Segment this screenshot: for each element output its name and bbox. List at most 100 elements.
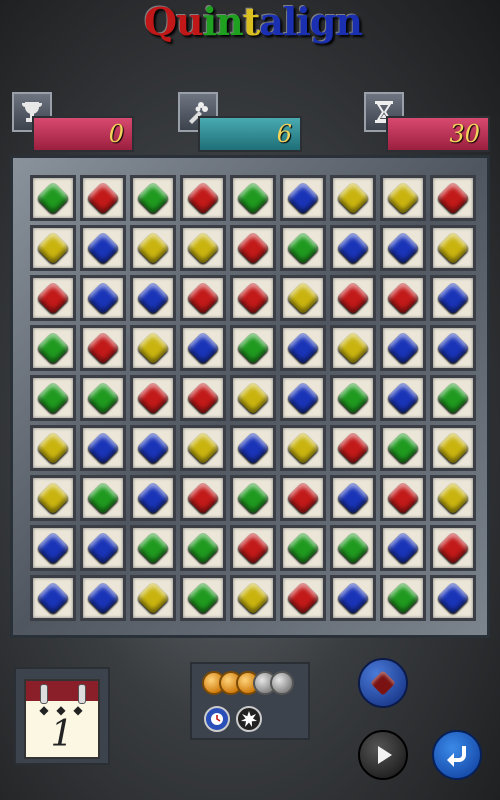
green-gem-icon[interactable] bbox=[236, 331, 270, 365]
board-cell[interactable] bbox=[430, 375, 476, 421]
undo-button[interactable] bbox=[432, 730, 482, 780]
board-cell[interactable] bbox=[430, 475, 476, 521]
board-cell[interactable] bbox=[30, 325, 76, 371]
yellow-gem-icon[interactable] bbox=[286, 281, 320, 315]
board-cell[interactable] bbox=[380, 175, 426, 221]
burst-icon[interactable] bbox=[236, 706, 262, 732]
blue-gem-icon[interactable] bbox=[386, 231, 420, 265]
blue-gem-icon[interactable] bbox=[436, 281, 470, 315]
board-cell[interactable] bbox=[230, 225, 276, 271]
board-cell[interactable] bbox=[380, 575, 426, 621]
blue-gem-icon[interactable] bbox=[286, 331, 320, 365]
board-cell[interactable] bbox=[130, 575, 176, 621]
yellow-gem-icon[interactable] bbox=[136, 231, 170, 265]
red-gem-icon[interactable] bbox=[286, 481, 320, 515]
board-cell[interactable] bbox=[380, 475, 426, 521]
blue-gem-icon[interactable] bbox=[336, 231, 370, 265]
board-cell[interactable] bbox=[80, 275, 126, 321]
board-cell[interactable] bbox=[380, 325, 426, 371]
board-cell[interactable] bbox=[30, 225, 76, 271]
blue-gem-icon[interactable] bbox=[86, 581, 120, 615]
clock-icon[interactable] bbox=[204, 706, 230, 732]
blue-gem-icon[interactable] bbox=[86, 531, 120, 565]
blue-gem-icon[interactable] bbox=[86, 431, 120, 465]
board-cell[interactable] bbox=[330, 275, 376, 321]
green-gem-icon[interactable] bbox=[36, 331, 70, 365]
board-cell[interactable] bbox=[30, 475, 76, 521]
board-cell[interactable] bbox=[280, 425, 326, 471]
red-gem-icon[interactable] bbox=[136, 381, 170, 415]
yellow-gem-icon[interactable] bbox=[136, 331, 170, 365]
yellow-gem-icon[interactable] bbox=[436, 231, 470, 265]
yellow-gem-icon[interactable] bbox=[186, 431, 220, 465]
board-cell[interactable] bbox=[280, 575, 326, 621]
board-cell[interactable] bbox=[430, 225, 476, 271]
blue-gem-icon[interactable] bbox=[136, 431, 170, 465]
red-gem-icon[interactable] bbox=[236, 281, 270, 315]
board-cell[interactable] bbox=[230, 325, 276, 371]
blue-gem-icon[interactable] bbox=[286, 181, 320, 215]
yellow-gem-icon[interactable] bbox=[236, 381, 270, 415]
board-cell[interactable] bbox=[230, 475, 276, 521]
red-gem-icon[interactable] bbox=[86, 331, 120, 365]
board-cell[interactable] bbox=[430, 325, 476, 371]
blue-gem-icon[interactable] bbox=[436, 331, 470, 365]
board-cell[interactable] bbox=[130, 525, 176, 571]
board-cell[interactable] bbox=[430, 175, 476, 221]
board-cell[interactable] bbox=[380, 525, 426, 571]
blue-gem-icon[interactable] bbox=[186, 331, 220, 365]
yellow-gem-icon[interactable] bbox=[236, 581, 270, 615]
board-cell[interactable] bbox=[330, 475, 376, 521]
green-gem-icon[interactable] bbox=[36, 381, 70, 415]
board-cell[interactable] bbox=[430, 275, 476, 321]
board-cell[interactable] bbox=[230, 375, 276, 421]
board-cell[interactable] bbox=[80, 175, 126, 221]
blue-gem-icon[interactable] bbox=[336, 481, 370, 515]
board-cell[interactable] bbox=[330, 575, 376, 621]
blue-gem-icon[interactable] bbox=[136, 481, 170, 515]
board-cell[interactable] bbox=[280, 175, 326, 221]
board-cell[interactable] bbox=[180, 525, 226, 571]
board-cell[interactable] bbox=[30, 175, 76, 221]
board-cell[interactable] bbox=[330, 325, 376, 371]
red-gem-icon[interactable] bbox=[36, 281, 70, 315]
board-cell[interactable] bbox=[130, 275, 176, 321]
red-gem-icon[interactable] bbox=[236, 531, 270, 565]
green-gem-icon[interactable] bbox=[436, 381, 470, 415]
red-gem-icon[interactable] bbox=[186, 181, 220, 215]
red-gem-icon[interactable] bbox=[336, 281, 370, 315]
board-cell[interactable] bbox=[330, 525, 376, 571]
blue-gem-icon[interactable] bbox=[86, 231, 120, 265]
red-gem-icon[interactable] bbox=[386, 481, 420, 515]
red-gem-icon[interactable] bbox=[286, 581, 320, 615]
board-cell[interactable] bbox=[180, 325, 226, 371]
board-cell[interactable] bbox=[180, 175, 226, 221]
board-cell[interactable] bbox=[430, 525, 476, 571]
yellow-gem-icon[interactable] bbox=[186, 231, 220, 265]
board-cell[interactable] bbox=[380, 225, 426, 271]
board-cell[interactable] bbox=[430, 425, 476, 471]
blue-gem-icon[interactable] bbox=[336, 581, 370, 615]
red-gem-icon[interactable] bbox=[436, 531, 470, 565]
green-gem-icon[interactable] bbox=[86, 381, 120, 415]
board-cell[interactable] bbox=[80, 425, 126, 471]
yellow-gem-icon[interactable] bbox=[436, 431, 470, 465]
board-cell[interactable] bbox=[130, 475, 176, 521]
blue-gem-icon[interactable] bbox=[436, 581, 470, 615]
green-gem-icon[interactable] bbox=[136, 531, 170, 565]
yellow-gem-icon[interactable] bbox=[36, 431, 70, 465]
yellow-gem-icon[interactable] bbox=[336, 331, 370, 365]
board-cell[interactable] bbox=[80, 375, 126, 421]
board-cell[interactable] bbox=[180, 225, 226, 271]
board-cell[interactable] bbox=[80, 525, 126, 571]
red-gem-icon[interactable] bbox=[186, 381, 220, 415]
blue-gem-icon[interactable] bbox=[136, 281, 170, 315]
yellow-gem-icon[interactable] bbox=[436, 481, 470, 515]
red-gem-icon[interactable] bbox=[186, 281, 220, 315]
play-button[interactable] bbox=[358, 730, 408, 780]
blue-gem-icon[interactable] bbox=[236, 431, 270, 465]
board-cell[interactable] bbox=[380, 375, 426, 421]
green-gem-icon[interactable] bbox=[236, 481, 270, 515]
board-cell[interactable] bbox=[230, 575, 276, 621]
green-gem-icon[interactable] bbox=[386, 431, 420, 465]
